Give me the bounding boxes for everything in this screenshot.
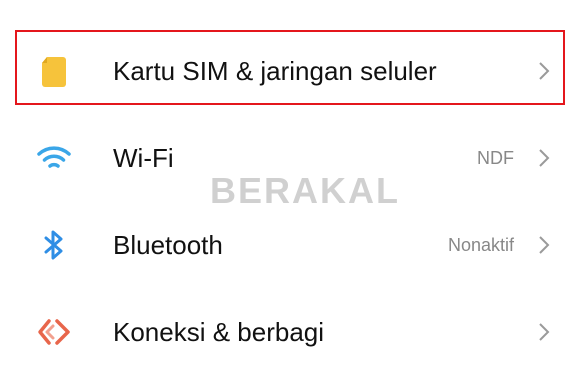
sim-card-icon	[34, 55, 74, 87]
chevron-right-icon	[539, 323, 550, 341]
settings-item-label: Koneksi & berbagi	[113, 317, 325, 347]
wifi-network-name: NDF	[477, 148, 514, 168]
settings-item-bluetooth[interactable]: Bluetooth Nonaktif	[0, 205, 584, 285]
bluetooth-icon	[34, 229, 74, 261]
settings-item-connection-sharing[interactable]: Koneksi & berbagi	[0, 292, 584, 372]
settings-item-label: Kartu SIM & jaringan seluler	[113, 56, 437, 86]
chevron-right-icon	[539, 149, 550, 167]
connection-sharing-icon	[34, 316, 74, 348]
wifi-icon	[34, 142, 74, 174]
settings-screen: Kartu SIM & jaringan seluler Wi-Fi NDF B…	[0, 0, 584, 385]
chevron-right-icon	[539, 236, 550, 254]
settings-item-label: Bluetooth	[113, 230, 223, 260]
settings-item-sim-network[interactable]: Kartu SIM & jaringan seluler	[0, 31, 584, 111]
settings-item-wifi[interactable]: Wi-Fi NDF	[0, 118, 584, 198]
bluetooth-status: Nonaktif	[447, 235, 514, 255]
settings-item-label: Wi-Fi	[113, 143, 174, 173]
chevron-right-icon	[539, 62, 550, 80]
